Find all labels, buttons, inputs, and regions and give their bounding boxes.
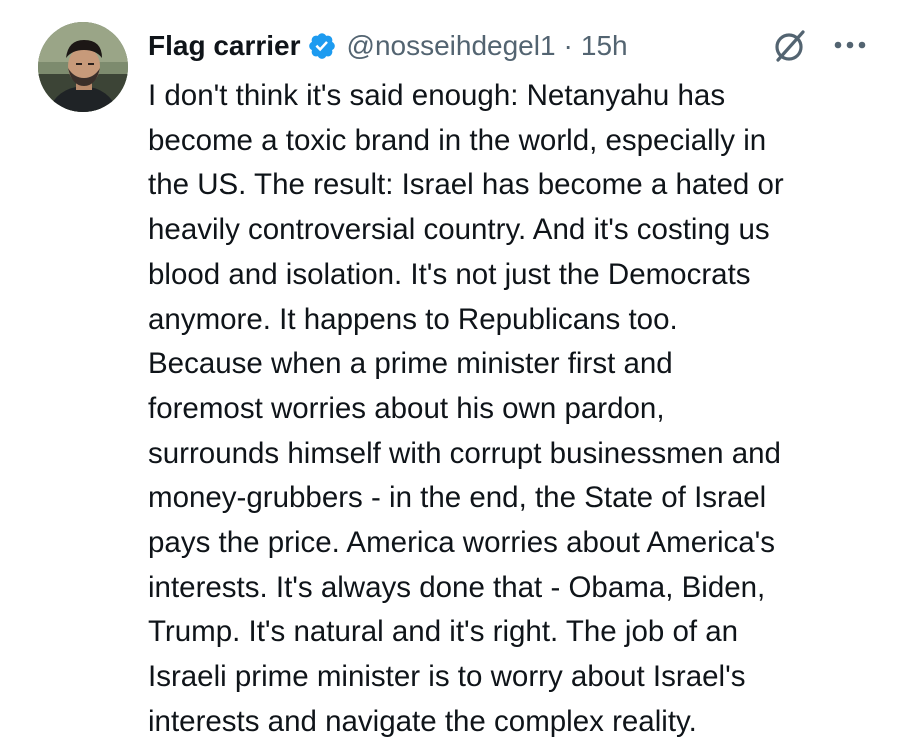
tweet-text: I don't think it's said enough: Netanyah… bbox=[148, 79, 784, 738]
profile-photo-icon bbox=[38, 22, 128, 112]
user-handle[interactable]: @nosseihdegel1 bbox=[347, 30, 556, 62]
avatar[interactable] bbox=[38, 22, 128, 112]
tweet[interactable]: Flag carrier @nosseihdegel1 · 15h I don'… bbox=[0, 0, 910, 750]
more-options-icon[interactable] bbox=[832, 30, 868, 60]
slashed-circle-icon[interactable] bbox=[770, 26, 810, 66]
display-name[interactable]: Flag carrier bbox=[148, 30, 301, 62]
separator-dot: · bbox=[563, 30, 573, 61]
tweet-header: Flag carrier @nosseihdegel1 · 15h bbox=[148, 26, 628, 66]
verified-badge-icon bbox=[307, 31, 337, 61]
timestamp[interactable]: 15h bbox=[581, 30, 628, 62]
